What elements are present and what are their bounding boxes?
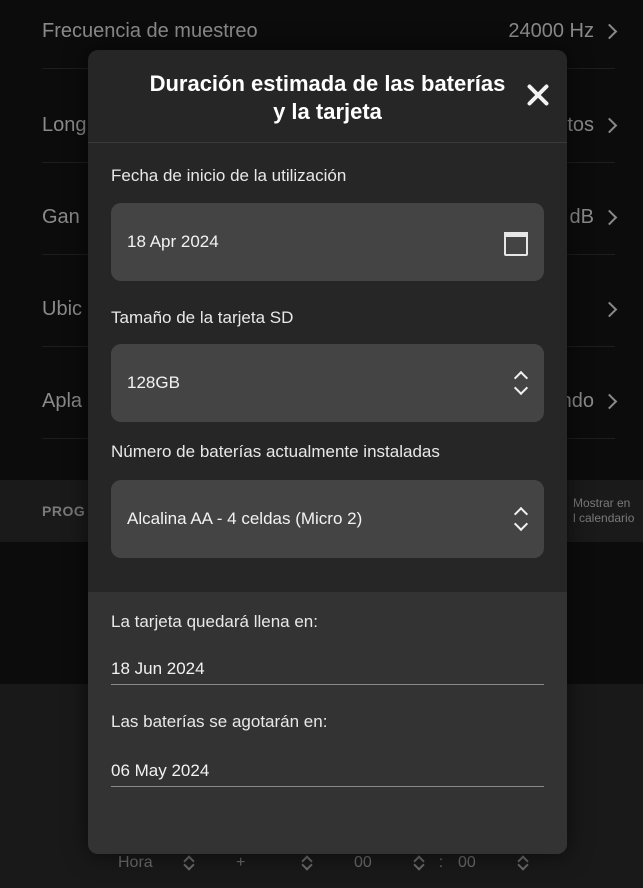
updown-arrows-icon — [302, 855, 312, 871]
show-in-calendar-toggle[interactable]: Mostrar en l calendario — [573, 496, 643, 526]
minutes-picker[interactable]: 00 — [344, 854, 434, 872]
results-panel: La tarjeta quedará llena en: 18 Jun 2024… — [88, 592, 567, 854]
seconds-value: 00 — [458, 854, 476, 871]
setting-label: Apla — [42, 389, 83, 412]
updown-arrows-icon — [514, 370, 528, 396]
start-date-value: 18 Apr 2024 — [127, 232, 219, 251]
battery-empty-value: 06 May 2024 — [111, 756, 544, 787]
time-separator: : — [438, 854, 444, 871]
battery-empty-label: Las baterías se agotarán en: — [111, 712, 328, 731]
card-full-value: 18 Jun 2024 — [111, 654, 544, 685]
card-full-label: La tarjeta quedará llena en: — [111, 612, 318, 631]
calendar-icon[interactable] — [504, 230, 528, 256]
chevron-right-icon — [601, 209, 618, 225]
show-in-calendar-line1: Mostrar en — [573, 496, 631, 510]
start-date-label: Fecha de inicio de la utilización — [111, 166, 347, 185]
hour-picker[interactable]: Hora — [108, 854, 204, 872]
batteries-label: Número de baterías actualmente instalada… — [111, 442, 440, 461]
setting-value: 24000 Hz — [508, 19, 594, 42]
dialog-header: Duración estimada de las baterías y la t… — [88, 50, 567, 143]
chevron-right-icon — [601, 301, 618, 317]
close-icon[interactable] — [525, 82, 551, 108]
dialog-title: Duración estimada de las baterías y la t… — [149, 71, 506, 124]
batteries-value: Alcalina AA - 4 celdas (Micro 2) — [127, 509, 363, 528]
updown-arrows-icon — [514, 506, 528, 532]
plus-label: + — [236, 854, 246, 871]
setting-label: Long — [42, 113, 87, 136]
minutes-value: 00 — [354, 854, 372, 871]
updown-arrows-icon — [414, 855, 424, 871]
chevron-right-icon — [601, 117, 618, 133]
setting-value: tos — [567, 113, 594, 136]
setting-label: Frecuencia de muestreo — [42, 19, 258, 42]
start-date-field[interactable]: 18 Apr 2024 — [111, 203, 544, 281]
updown-arrows-icon — [518, 855, 528, 871]
show-in-calendar-line2: l calendario — [573, 511, 635, 525]
estimate-dialog: Duración estimada de las baterías y la t… — [88, 50, 567, 854]
setting-value: dB — [569, 205, 594, 228]
chevron-right-icon — [601, 23, 618, 39]
updown-arrows-icon — [184, 855, 194, 871]
chevron-right-icon — [601, 393, 618, 409]
setting-label: Gan — [42, 205, 80, 228]
sd-size-value: 128GB — [127, 373, 180, 392]
sd-size-select[interactable]: 128GB — [111, 344, 544, 422]
setting-label: Ubic — [42, 297, 83, 320]
plus-picker[interactable]: + — [226, 854, 322, 872]
batteries-select[interactable]: Alcalina AA - 4 celdas (Micro 2) — [111, 480, 544, 558]
seconds-picker[interactable]: 00 — [448, 854, 538, 872]
section-title: PROG — [42, 503, 86, 519]
sd-size-label: Tamaño de la tarjeta SD — [111, 308, 294, 327]
hour-label: Hora — [118, 854, 153, 871]
